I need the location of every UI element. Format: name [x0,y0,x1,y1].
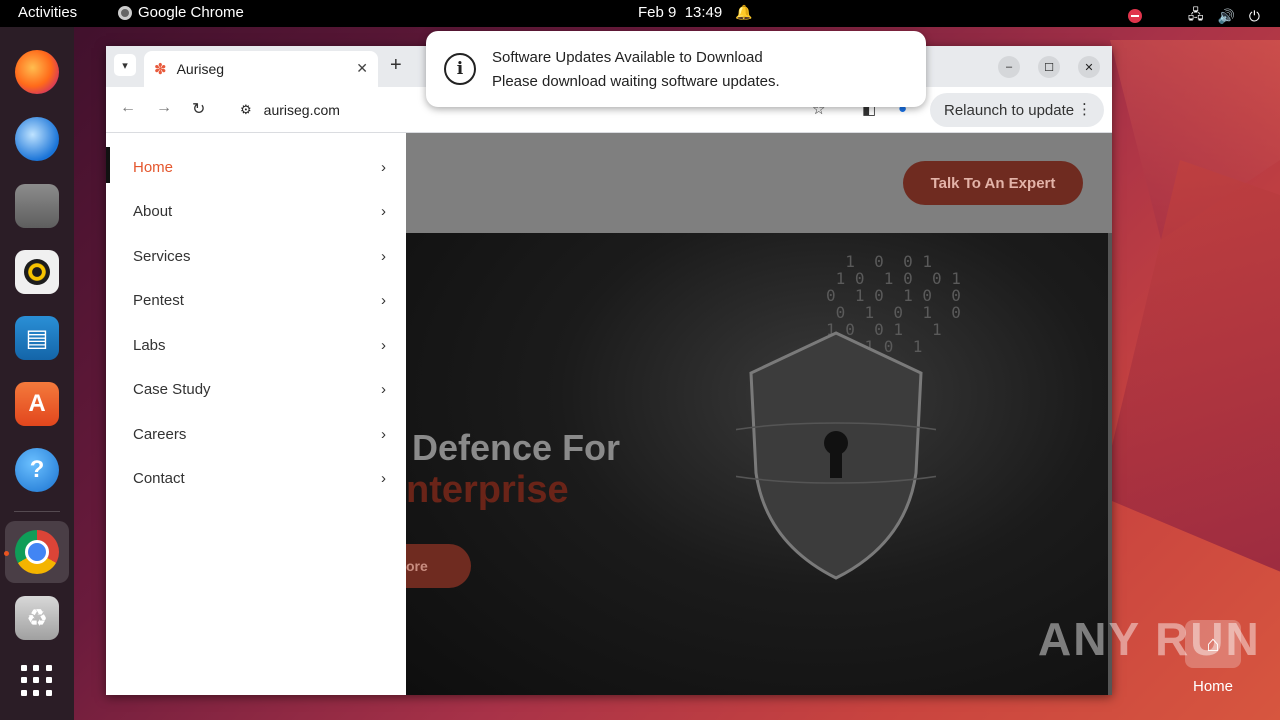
browser-window: ▾ ✽ Auriseg ✕ + – ☐ ✕ ← → ↻ ⚙ auriseg.co… [106,46,1112,695]
minimize-icon[interactable]: – [998,56,1020,78]
hero-title-line1: Defence For [412,427,621,468]
reload-icon[interactable]: ↻ [192,99,205,119]
side-navigation-menu: Home › About › Services › Pentest › Labs… [106,133,406,695]
site-settings-icon[interactable]: ⚙ [240,102,252,118]
rhythmbox-icon [15,250,59,294]
dock-files[interactable] [12,181,62,231]
menu-item-about[interactable]: About › [106,191,406,231]
relaunch-update-button[interactable]: Relaunch to update ⋮ [930,93,1104,127]
dock-thunderbird[interactable] [12,114,62,164]
dock: ▤ A ? ♻ [0,27,74,720]
chevron-right-icon: › [381,291,386,309]
auriseg-favicon-icon: ✽ [154,61,167,78]
menu-item-label: Pentest [133,291,184,309]
chevron-right-icon: › [381,380,386,398]
do-not-disturb-icon [1127,9,1142,23]
system-tray[interactable]: 🖧 🔊 ⏻ [1127,4,1260,28]
chevron-right-icon: › [381,469,386,487]
dock-app-center[interactable]: A [12,379,62,429]
app-grid-icon[interactable] [21,665,53,697]
back-arrow-icon[interactable]: ← [120,99,136,117]
talk-to-expert-button[interactable]: Talk To An Expert [903,161,1083,205]
app-center-icon: A [15,382,59,426]
help-icon: ? [15,448,59,492]
network-icon: 🖧 [1187,6,1204,22]
notification-body: Please download waiting software updates… [492,73,780,90]
volume-icon: 🔊 [1217,7,1235,24]
dock-separator [14,511,60,512]
thunderbird-icon [15,117,59,161]
home-folder-icon[interactable]: ⌂ [1185,620,1241,668]
close-tab-icon[interactable]: ✕ [356,60,368,77]
files-icon [15,184,59,228]
dock-chrome[interactable] [12,527,62,577]
menu-item-label: Case Study [133,380,211,398]
app-name: Google Chrome [138,4,244,21]
web-page: Talk To An Expert 1 0 0 1 1 0 1 0 0 1 0 … [106,133,1112,695]
forward-arrow-icon[interactable]: → [156,99,172,117]
shield-lock-icon [736,331,936,580]
menu-item-label: Labs [133,336,166,354]
dock-help[interactable]: ? [12,445,62,495]
menu-item-contact[interactable]: Contact › [106,458,406,498]
dock-firefox[interactable] [12,47,62,97]
bell-icon[interactable]: 🔔 [735,4,752,21]
time: 13:49 [684,4,723,21]
kebab-menu-icon[interactable]: ⋮ [1077,100,1092,118]
chevron-right-icon: › [381,247,386,265]
menu-item-label: Careers [133,425,187,443]
menu-item-home[interactable]: Home › [106,147,406,187]
menu-item-label: About [133,202,173,220]
chrome-small-icon [118,5,132,20]
chrome-icon [15,530,59,574]
menu-item-case-study[interactable]: Case Study › [106,369,406,409]
hero-explore-button[interactable]: ore [396,544,471,588]
menu-item-label: Contact [133,469,185,487]
running-indicator [4,551,9,556]
new-tab-plus-icon[interactable]: + [390,54,402,77]
chevron-right-icon: › [381,425,386,443]
chevron-right-icon: › [381,202,386,220]
home-folder-label: Home [1193,678,1234,695]
close-window-icon[interactable]: ✕ [1078,56,1100,78]
trash-icon: ♻ [15,596,59,640]
menu-item-services[interactable]: Services › [106,236,406,276]
menu-item-label: Services [133,247,191,265]
url-text: auriseg.com [263,102,340,118]
notification-title: Software Updates Available to Download [492,49,763,66]
activities-button[interactable]: Activities [18,4,77,21]
tab-title: Auriseg [176,61,225,77]
dock-trash[interactable]: ♻ [12,593,62,643]
tab-search-chevron-down-icon[interactable]: ▾ [114,54,136,76]
dock-rhythmbox[interactable] [12,247,62,297]
writer-icon: ▤ [15,316,59,360]
info-icon: i [444,53,476,85]
date: Feb 9 [638,4,677,21]
relaunch-label: Relaunch to update [944,101,1075,119]
dock-writer[interactable]: ▤ [12,313,62,363]
wallpaper-facet [1100,160,1280,580]
hero-title-line2: nterprise [406,469,569,511]
menu-item-labs[interactable]: Labs › [106,325,406,365]
menu-item-label: Home [133,158,174,176]
tab-auriseg[interactable]: ✽ Auriseg ✕ [144,51,378,87]
chevron-right-icon: › [381,336,386,354]
update-notification[interactable]: i Software Updates Available to Download… [426,31,926,107]
menu-item-careers[interactable]: Careers › [106,414,406,454]
maximize-icon[interactable]: ☐ [1038,56,1060,78]
clock[interactable]: Feb 9 13:49 [638,4,722,21]
top-bar: Activities Google Chrome Feb 9 13:49 🔔 🖧… [0,0,1280,27]
firefox-icon [15,50,59,94]
menu-item-pentest[interactable]: Pentest › [106,280,406,320]
power-icon: ⏻ [1248,7,1260,24]
chevron-right-icon: › [381,158,386,176]
hero-section: 1 0 0 1 1 0 1 0 0 1 0 1 0 1 0 0 0 1 0 1 … [396,233,1108,695]
app-menu[interactable]: Google Chrome [118,4,244,21]
